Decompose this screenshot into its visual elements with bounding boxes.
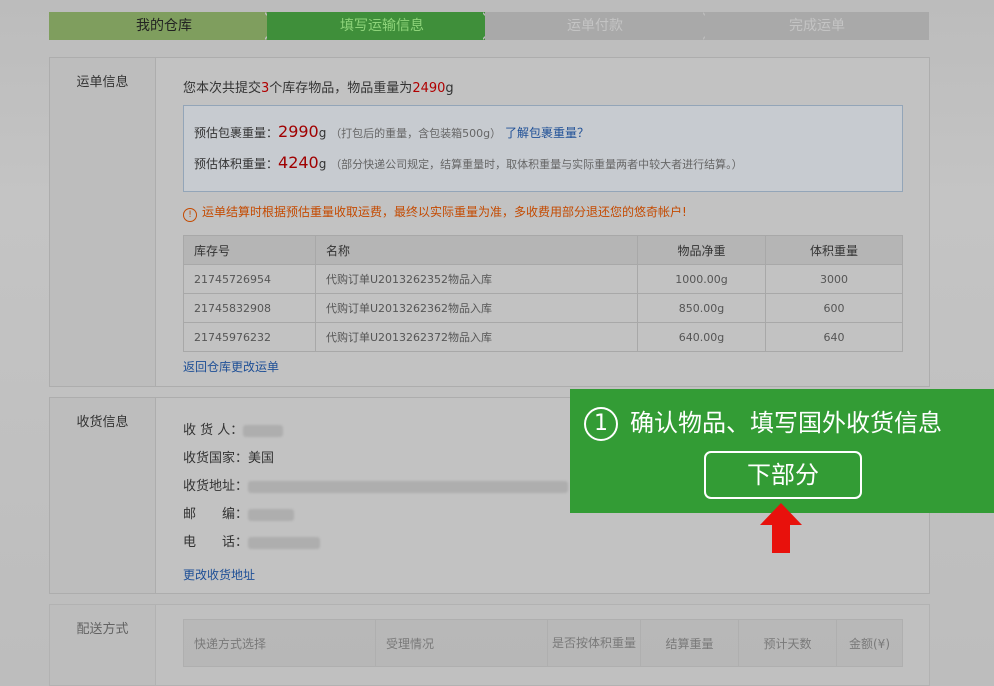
receiver-name-row: 收 货 人：	[183, 419, 284, 438]
page-overlay: 我的仓库 填写运输信息 运单付款 完成运单 运单信息 您本次共提交3个库存物品，…	[0, 0, 994, 686]
edit-address-link[interactable]: 更改收货地址	[183, 566, 255, 583]
redacted-phone	[248, 536, 321, 549]
callout-title: 1 确认物品、填写国外收货信息	[584, 403, 942, 441]
net-weight: 1000.00g	[637, 264, 766, 294]
column-header: 预计天数	[738, 619, 837, 667]
section-title: 收货信息	[76, 415, 129, 430]
column-header: 结算重量	[640, 619, 739, 667]
net-weight: 850.00g	[637, 293, 766, 323]
stock-number: 21745726954	[183, 264, 316, 294]
volume-weight: 640	[765, 322, 903, 352]
step-my-warehouse[interactable]: 我的仓库	[49, 12, 279, 40]
stock-number: 21745832908	[183, 293, 316, 323]
step-fill-shipping: 填写运输信息	[267, 12, 497, 40]
volume-weight: 3000	[765, 264, 903, 294]
redacted-address	[248, 480, 569, 493]
column-header: 物品净重	[637, 235, 766, 265]
redacted-zip	[248, 508, 295, 521]
estimated-volume-weight: 预估体积重量：4240g （部分快递公司规定，结算重量时，取体积重量与实际重量两…	[194, 153, 743, 172]
column-header: 体积重量	[765, 235, 903, 265]
next-section-button[interactable]: 下部分	[704, 451, 862, 499]
shipping-method-panel: 配送方式 快递方式选择 受理情况 是否按体积重量 结算重量 预计天数 金额(¥)	[49, 604, 930, 686]
volume-weight: 600	[765, 293, 903, 323]
estimate-box: 预估包裹重量：2990g （打包后的重量，含包装箱500g） 了解包裹重量？ 预…	[183, 105, 903, 192]
section-title: 配送方式	[76, 622, 129, 637]
panel-sidebar: 收货信息	[50, 398, 156, 593]
column-header: 快递方式选择	[183, 619, 376, 667]
section-title: 运单信息	[76, 75, 129, 90]
column-header: 库存号	[183, 235, 316, 265]
billing-warning: ! 运单结算时根据预估重量收取运费，最终以实际重量为准，多收费用部分退还您的悠奇帐…	[183, 203, 687, 222]
item-name: 代购订单U2013262352物品入库	[315, 264, 638, 294]
step-number-badge: 1	[584, 407, 618, 441]
step-complete: 完成运单	[705, 12, 929, 40]
shipping-table: 快递方式选择 受理情况 是否按体积重量 结算重量 预计天数 金额(¥)	[183, 619, 903, 667]
stock-number: 21745976232	[183, 322, 316, 352]
table-header-row: 快递方式选择 受理情况 是否按体积重量 结算重量 预计天数 金额(¥)	[183, 619, 903, 667]
item-name: 代购订单U2013262372物品入库	[315, 322, 638, 352]
step-waybill-payment: 运单付款	[485, 12, 705, 40]
column-header: 受理情况	[375, 619, 548, 667]
arrow-up-icon	[760, 503, 802, 553]
item-weight: 2490	[412, 81, 446, 96]
column-header: 金额(¥)	[836, 619, 903, 667]
learn-package-weight-link[interactable]: 了解包裹重量？	[505, 126, 589, 140]
receiver-phone-row: 电 话：	[183, 531, 321, 550]
table-header-row: 库存号 名称 物品净重 体积重量	[183, 235, 903, 265]
progress-steps: 我的仓库 填写运输信息 运单付款 完成运单	[49, 12, 929, 40]
country-value: 美国	[248, 451, 275, 466]
guide-callout: 1 确认物品、填写国外收货信息 下部分	[570, 389, 994, 513]
estimated-package-weight: 预估包裹重量：2990g （打包后的重量，含包装箱500g） 了解包裹重量？	[194, 122, 590, 141]
net-weight: 640.00g	[637, 322, 766, 352]
warning-icon: !	[183, 208, 197, 222]
receiver-zip-row: 邮 编：	[183, 503, 295, 522]
receiver-address-row: 收货地址：	[183, 475, 569, 494]
column-header: 是否按体积重量	[547, 619, 641, 667]
panel-sidebar: 运单信息	[50, 58, 156, 386]
redacted-name	[243, 424, 284, 437]
back-to-warehouse-link[interactable]: 返回仓库更改运单	[183, 358, 279, 375]
item-name: 代购订单U2013262362物品入库	[315, 293, 638, 323]
waybill-info-panel: 运单信息 您本次共提交3个库存物品，物品重量为2490g 预估包裹重量：2990…	[49, 57, 930, 387]
table-row: 21745726954 代购订单U2013262352物品入库 1000.00g…	[183, 264, 903, 294]
receiver-country-row: 收货国家：美国	[183, 451, 275, 466]
table-row: 21745976232 代购订单U2013262372物品入库 640.00g …	[183, 322, 903, 352]
column-header: 名称	[315, 235, 638, 265]
submit-summary: 您本次共提交3个库存物品，物品重量为2490g	[183, 81, 454, 96]
table-row: 21745832908 代购订单U2013262362物品入库 850.00g …	[183, 293, 903, 323]
items-table: 库存号 名称 物品净重 体积重量 21745726954 代购订单U201326…	[183, 235, 903, 352]
panel-sidebar: 配送方式	[50, 605, 156, 685]
